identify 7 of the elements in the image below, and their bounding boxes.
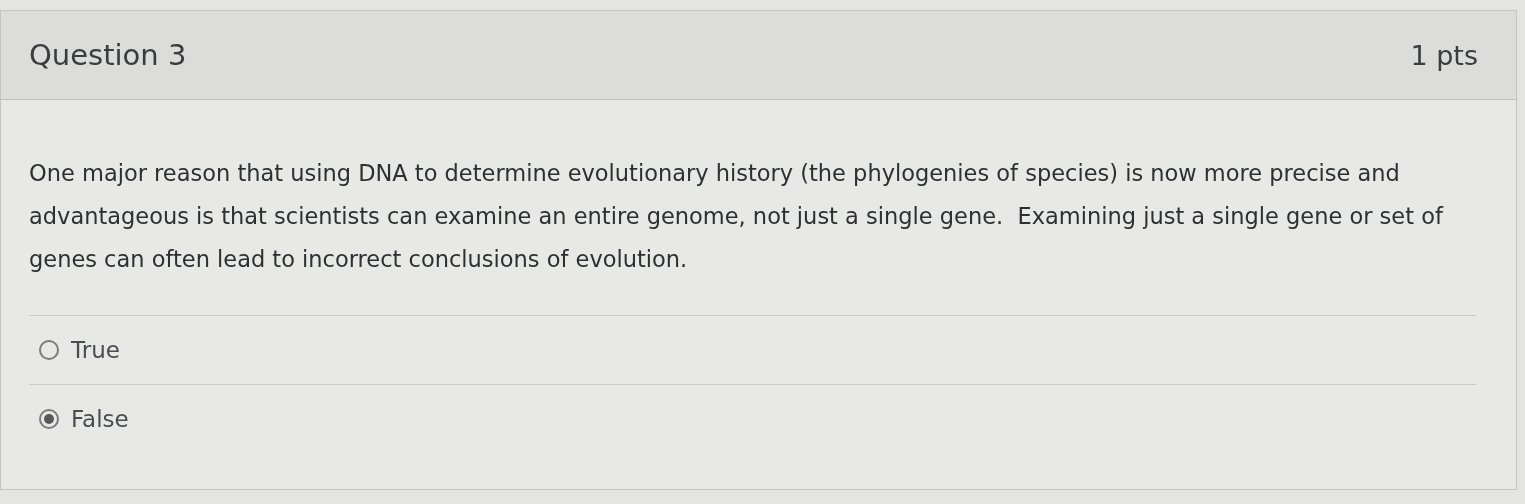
question-text: One major reason that using DNA to determine evolutionary history (the phylogenies of species) is now more precise and advantageous is that scientists can examine an entire genome, not just a single gene. Examining just a single gene or set of genes can often lead to incorrect conclusions of evolution. xyxy=(29,159,1445,274)
answer-label[interactable]: True xyxy=(71,337,120,363)
question-title: Question 3 xyxy=(29,38,187,72)
answer-label[interactable]: False xyxy=(71,406,129,432)
points-label: 1 pts xyxy=(1410,39,1478,71)
radio-button[interactable] xyxy=(39,409,59,429)
radio-button[interactable] xyxy=(39,340,59,360)
